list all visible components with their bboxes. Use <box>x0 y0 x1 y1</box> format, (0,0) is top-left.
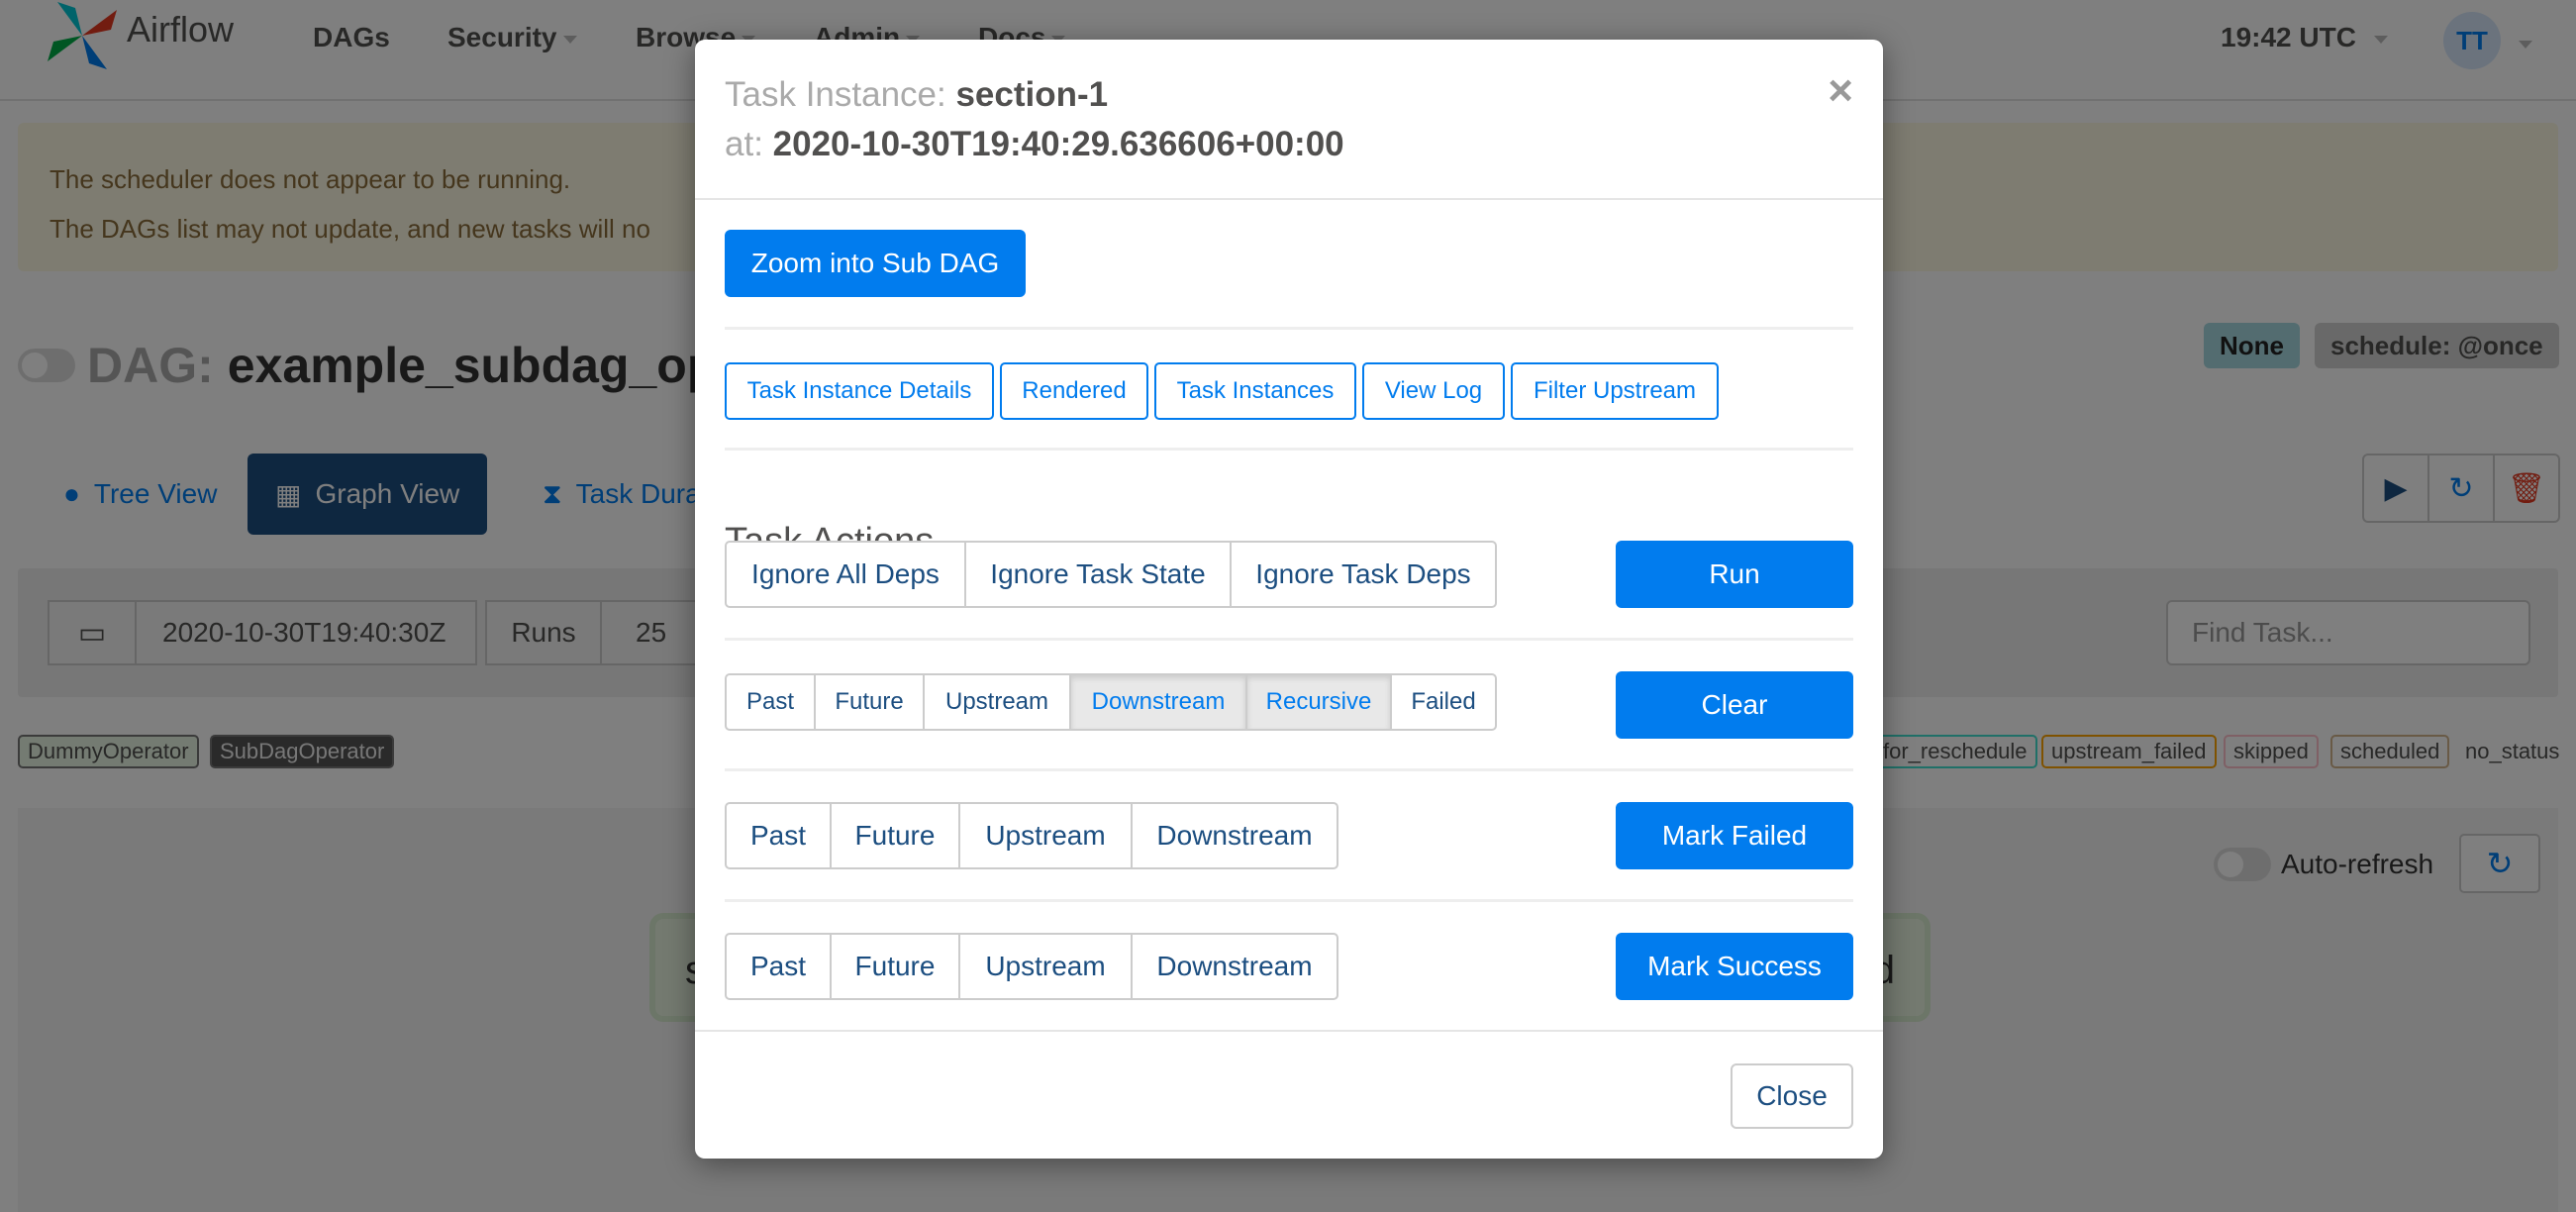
clear-future-toggle[interactable]: Future <box>816 675 925 729</box>
close-button[interactable]: Close <box>1731 1063 1853 1129</box>
mark-failed-options-group: Past Future Upstream Downstream <box>725 802 1338 869</box>
divider <box>725 448 1853 451</box>
clear-button[interactable]: Clear <box>1616 671 1853 739</box>
modal-title: Task Instance: section-1 <box>725 75 1108 115</box>
divider <box>725 899 1853 902</box>
zoom-subdag-button[interactable]: Zoom into Sub DAG <box>725 230 1026 297</box>
mark-success-button[interactable]: Mark Success <box>1616 933 1853 1000</box>
success-past-toggle[interactable]: Past <box>727 935 832 998</box>
close-icon[interactable]: × <box>1828 69 1853 113</box>
modal-title-key: Task Instance: <box>725 75 946 114</box>
clear-options-group: Past Future Upstream Downstream Recursiv… <box>725 673 1497 731</box>
modal-footer: Close <box>695 1030 1883 1159</box>
ignore-all-deps-toggle[interactable]: Ignore All Deps <box>727 543 966 606</box>
clear-past-toggle[interactable]: Past <box>727 675 816 729</box>
task-instance-modal: Task Instance: section-1 at: 2020-10-30T… <box>695 40 1883 1159</box>
divider <box>725 327 1853 330</box>
mark-success-options-group: Past Future Upstream Downstream <box>725 933 1338 1000</box>
divider <box>725 768 1853 771</box>
success-upstream-toggle[interactable]: Upstream <box>960 935 1133 998</box>
view-log-button[interactable]: View Log <box>1362 362 1505 420</box>
failed-upstream-toggle[interactable]: Upstream <box>960 804 1133 867</box>
modal-subtitle: at: 2020-10-30T19:40:29.636606+00:00 <box>725 125 1344 164</box>
modal-header: Task Instance: section-1 at: 2020-10-30T… <box>695 40 1883 200</box>
filter-upstream-button[interactable]: Filter Upstream <box>1511 362 1719 420</box>
clear-recursive-toggle[interactable]: Recursive <box>1247 675 1392 729</box>
modal-task-id: section-1 <box>955 75 1109 114</box>
mark-failed-button[interactable]: Mark Failed <box>1616 802 1853 869</box>
ignore-task-state-toggle[interactable]: Ignore Task State <box>966 543 1232 606</box>
task-instance-details-button[interactable]: Task Instance Details <box>725 362 994 420</box>
modal-execution-date: 2020-10-30T19:40:29.636606+00:00 <box>772 125 1344 163</box>
success-future-toggle[interactable]: Future <box>832 935 960 998</box>
clear-failed-toggle[interactable]: Failed <box>1392 675 1495 729</box>
modal-at-key: at: <box>725 125 763 163</box>
run-options-group: Ignore All Deps Ignore Task State Ignore… <box>725 541 1497 608</box>
run-button[interactable]: Run <box>1616 541 1853 608</box>
failed-downstream-toggle[interactable]: Downstream <box>1133 804 1337 867</box>
success-downstream-toggle[interactable]: Downstream <box>1133 935 1337 998</box>
clear-downstream-toggle[interactable]: Downstream <box>1071 675 1247 729</box>
failed-past-toggle[interactable]: Past <box>727 804 832 867</box>
failed-future-toggle[interactable]: Future <box>832 804 960 867</box>
rendered-button[interactable]: Rendered <box>1000 362 1148 420</box>
ignore-task-deps-toggle[interactable]: Ignore Task Deps <box>1232 543 1495 606</box>
clear-upstream-toggle[interactable]: Upstream <box>925 675 1071 729</box>
task-instances-button[interactable]: Task Instances <box>1154 362 1356 420</box>
divider <box>725 638 1853 641</box>
